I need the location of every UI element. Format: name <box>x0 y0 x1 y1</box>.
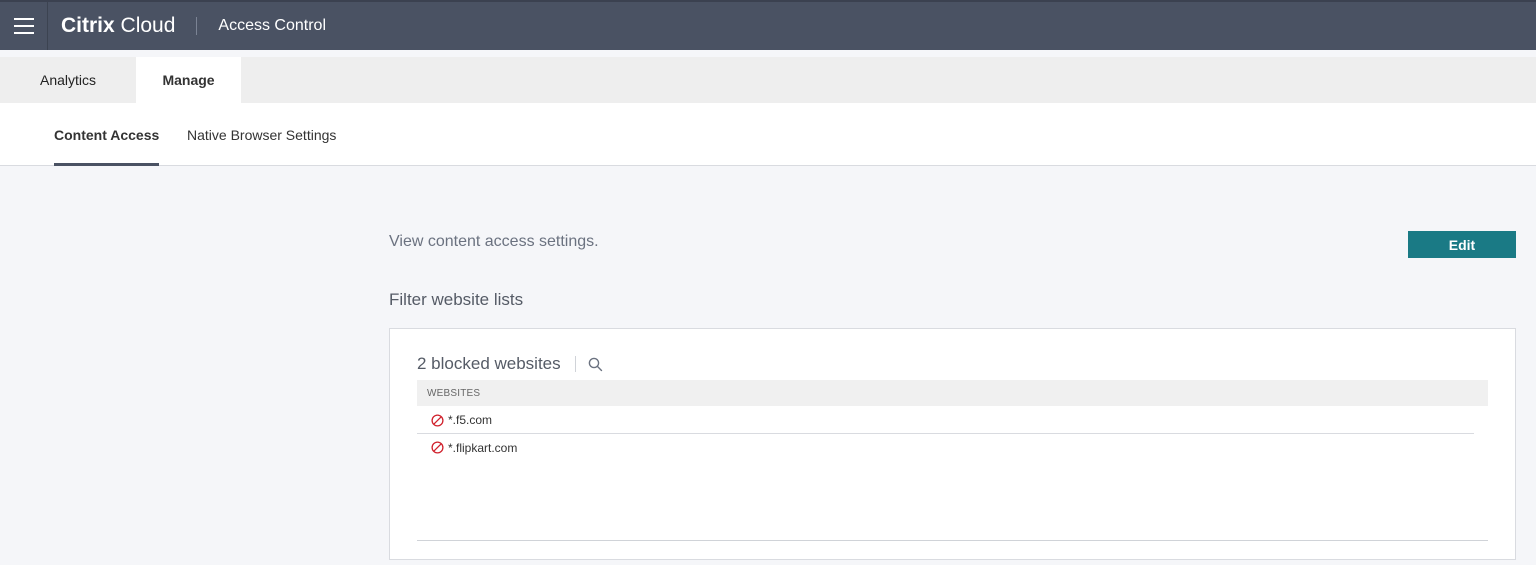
app-title: Access Control <box>218 17 326 34</box>
section-title: Filter website lists <box>389 290 524 309</box>
card-header: 2 blocked websites <box>417 354 604 374</box>
tab-manage[interactable]: Manage <box>136 57 241 103</box>
brand-logo[interactable]: Citrix Cloud <box>61 14 175 38</box>
sub-navigation: Content Access Native Browser Settings <box>0 103 1536 166</box>
blocked-websites-card: 2 blocked websites WEBSITES *.f5.com *.f… <box>389 328 1516 560</box>
blocked-count: 2 blocked websites <box>417 354 561 373</box>
blocked-icon <box>431 441 445 455</box>
subtab-content-access[interactable]: Content Access <box>54 103 160 166</box>
top-header: Citrix Cloud Access Control <box>0 2 1536 50</box>
blocked-icon <box>431 413 445 427</box>
table-row[interactable]: *.f5.com <box>417 407 1474 434</box>
page-description: View content access settings. <box>389 233 599 250</box>
table-header: WEBSITES <box>417 380 1488 406</box>
active-tab-indicator <box>54 163 160 166</box>
subtab-label: Content Access <box>54 126 160 143</box>
table-footer-divider <box>417 540 1488 541</box>
website-text: *.f5.com <box>448 413 493 427</box>
main-tabs: Analytics Manage <box>0 57 1536 103</box>
header-separator <box>574 356 576 372</box>
header-divider <box>196 17 198 35</box>
hamburger-menu-icon[interactable] <box>0 2 48 50</box>
subtab-native-browser-settings[interactable]: Native Browser Settings <box>187 103 336 166</box>
edit-button[interactable]: Edit <box>1408 231 1516 258</box>
tab-analytics[interactable]: Analytics <box>0 57 136 103</box>
table-row[interactable]: *.flipkart.com <box>417 434 1474 461</box>
website-text: *.flipkart.com <box>448 440 518 455</box>
search-icon[interactable] <box>588 356 604 372</box>
